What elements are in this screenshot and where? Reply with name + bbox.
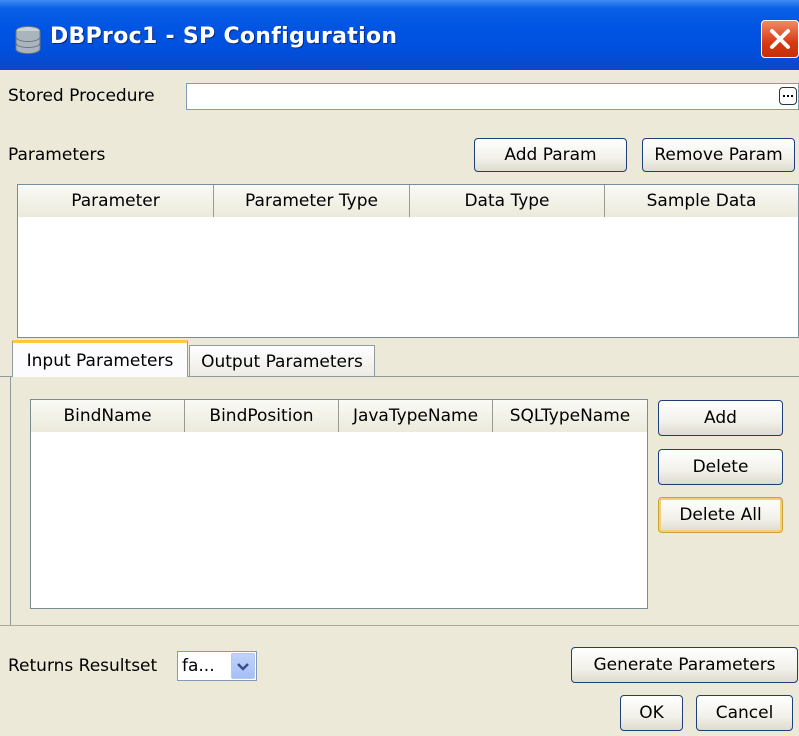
tab-output-parameters[interactable]: Output Parameters xyxy=(189,345,375,377)
dropdown-button[interactable] xyxy=(231,653,255,679)
ellipsis-icon xyxy=(783,95,785,97)
returns-resultset-value: fa... xyxy=(182,656,215,676)
remove-param-button[interactable]: Remove Param xyxy=(642,138,795,172)
add-param-button[interactable]: Add Param xyxy=(474,138,627,172)
parameters-table-header: Parameter Parameter Type Data Type Sampl… xyxy=(18,185,798,217)
column-header-bindname[interactable]: BindName xyxy=(31,400,185,432)
window-title: DBProc1 - SP Configuration xyxy=(50,24,398,49)
ok-button[interactable]: OK xyxy=(620,695,683,731)
delete-all-button[interactable]: Delete All xyxy=(658,497,783,533)
chevron-down-icon xyxy=(237,663,249,671)
separator xyxy=(0,625,799,626)
column-header-javatypename[interactable]: JavaTypeName xyxy=(339,400,493,432)
bind-parameters-table[interactable]: BindName BindPosition JavaTypeName SQLTy… xyxy=(30,399,648,609)
bind-table-header: BindName BindPosition JavaTypeName SQLTy… xyxy=(31,400,647,432)
stored-procedure-label: Stored Procedure xyxy=(8,86,155,106)
generate-parameters-button[interactable]: Generate Parameters xyxy=(571,647,798,683)
column-header-data-type[interactable]: Data Type xyxy=(410,185,605,217)
title-bar: DBProc1 - SP Configuration xyxy=(0,0,799,70)
database-icon xyxy=(12,24,44,56)
close-icon xyxy=(770,29,790,49)
parameters-table[interactable]: Parameter Parameter Type Data Type Sampl… xyxy=(17,184,799,338)
close-button[interactable] xyxy=(761,20,799,58)
column-header-sqltypename[interactable]: SQLTypeName xyxy=(493,400,647,432)
delete-button[interactable]: Delete xyxy=(658,449,783,485)
cancel-button[interactable]: Cancel xyxy=(696,695,793,731)
parameters-label: Parameters xyxy=(8,145,106,165)
column-header-sample-data[interactable]: Sample Data xyxy=(605,185,798,217)
column-header-parameter-type[interactable]: Parameter Type xyxy=(214,185,410,217)
browse-procedure-button[interactable] xyxy=(779,87,797,105)
add-button[interactable]: Add xyxy=(658,400,783,436)
column-header-bindposition[interactable]: BindPosition xyxy=(185,400,339,432)
returns-resultset-select[interactable]: fa... xyxy=(177,651,257,681)
column-header-parameter[interactable]: Parameter xyxy=(18,185,214,217)
stored-procedure-input[interactable] xyxy=(186,83,799,110)
returns-resultset-label: Returns Resultset xyxy=(8,656,158,676)
tab-input-parameters[interactable]: Input Parameters xyxy=(12,340,188,377)
